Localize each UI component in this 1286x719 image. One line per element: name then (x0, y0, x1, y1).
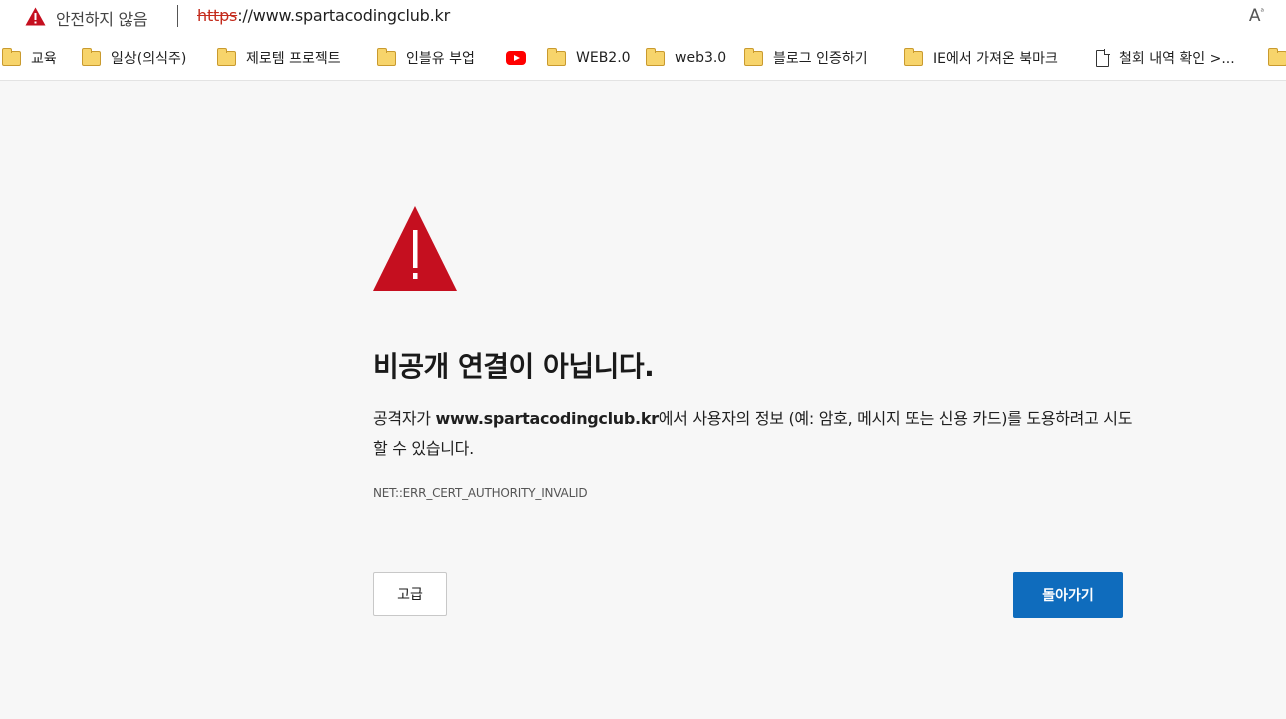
bookmark-label: 철회 내역 확인 >... (1119, 51, 1235, 67)
page-title: 비공개 연결이 아닙니다. (373, 350, 655, 383)
folder-icon (377, 47, 396, 66)
warning-icon (373, 206, 457, 291)
folder-icon (744, 47, 763, 66)
url-scheme: https (197, 6, 238, 25)
folder-icon (217, 47, 236, 66)
bookmark-label: 블로그 인증하기 (773, 51, 868, 67)
description-prefix: 공격자가 (373, 409, 436, 428)
bookmark-item[interactable]: WEB2.0 (547, 47, 631, 69)
document-icon (1096, 48, 1110, 67)
bookmark-item[interactable]: 제로템 프로젝트 (217, 47, 341, 69)
folder-icon (646, 47, 665, 66)
folder-icon (547, 47, 566, 66)
folder-icon (2, 47, 21, 66)
bookmark-item[interactable]: 철회 내역 확인 >... (1096, 47, 1235, 69)
bookmark-item[interactable]: web3.0 (646, 47, 726, 69)
bookmark-item[interactable]: 인블유 부업 (377, 47, 475, 69)
address-separator (177, 5, 178, 27)
bookmark-label: 인블유 부업 (406, 51, 475, 67)
bookmark-item-overflow[interactable] (1268, 47, 1286, 69)
read-aloud-sup: ᵃ (1260, 7, 1264, 18)
bookmark-item[interactable]: IE에서 가져온 북마크 (904, 47, 1058, 69)
bookmarks-bar: 교육 일상(의식주) 제로템 프로젝트 인블유 부업 WEB2.0 web3.0… (0, 34, 1286, 81)
bookmark-label: 교육 (31, 51, 57, 67)
bookmark-item[interactable]: 일상(의식주) (82, 47, 186, 69)
advanced-button[interactable]: 고급 (373, 572, 447, 616)
bookmark-label: IE에서 가져온 북마크 (933, 51, 1058, 67)
url-host: ://www.spartacodingclub.kr (237, 6, 450, 25)
bookmark-label: WEB2.0 (576, 50, 631, 66)
security-status-label[interactable]: 안전하지 않음 (56, 6, 148, 30)
folder-icon (1268, 47, 1286, 66)
url-text[interactable]: https://www.spartacodingclub.kr (197, 6, 450, 25)
bookmark-item-youtube[interactable] (506, 47, 526, 69)
go-back-button[interactable]: 돌아가기 (1013, 572, 1123, 618)
bookmark-item[interactable]: 교육 (2, 47, 57, 69)
folder-icon (82, 47, 101, 66)
description-host: www.spartacodingclub.kr (435, 409, 659, 428)
address-bar[interactable]: 안전하지 않음 https://www.spartacodingclub.kr … (0, 0, 1286, 34)
youtube-icon (506, 51, 526, 65)
bookmark-label: 일상(의식주) (111, 51, 187, 67)
folder-icon (904, 47, 923, 66)
bookmark-label: web3.0 (675, 50, 727, 66)
error-code[interactable]: NET::ERR_CERT_AUTHORITY_INVALID (373, 486, 588, 500)
error-description: 공격자가 www.spartacodingclub.kr에서 사용자의 정보 (… (373, 404, 1133, 464)
bookmark-label: 제로템 프로젝트 (246, 51, 341, 67)
warning-icon[interactable] (25, 7, 46, 26)
bookmark-item[interactable]: 블로그 인증하기 (744, 47, 868, 69)
read-aloud-letter: A (1248, 6, 1261, 26)
read-aloud-icon[interactable]: Aᵃ (1249, 6, 1264, 26)
